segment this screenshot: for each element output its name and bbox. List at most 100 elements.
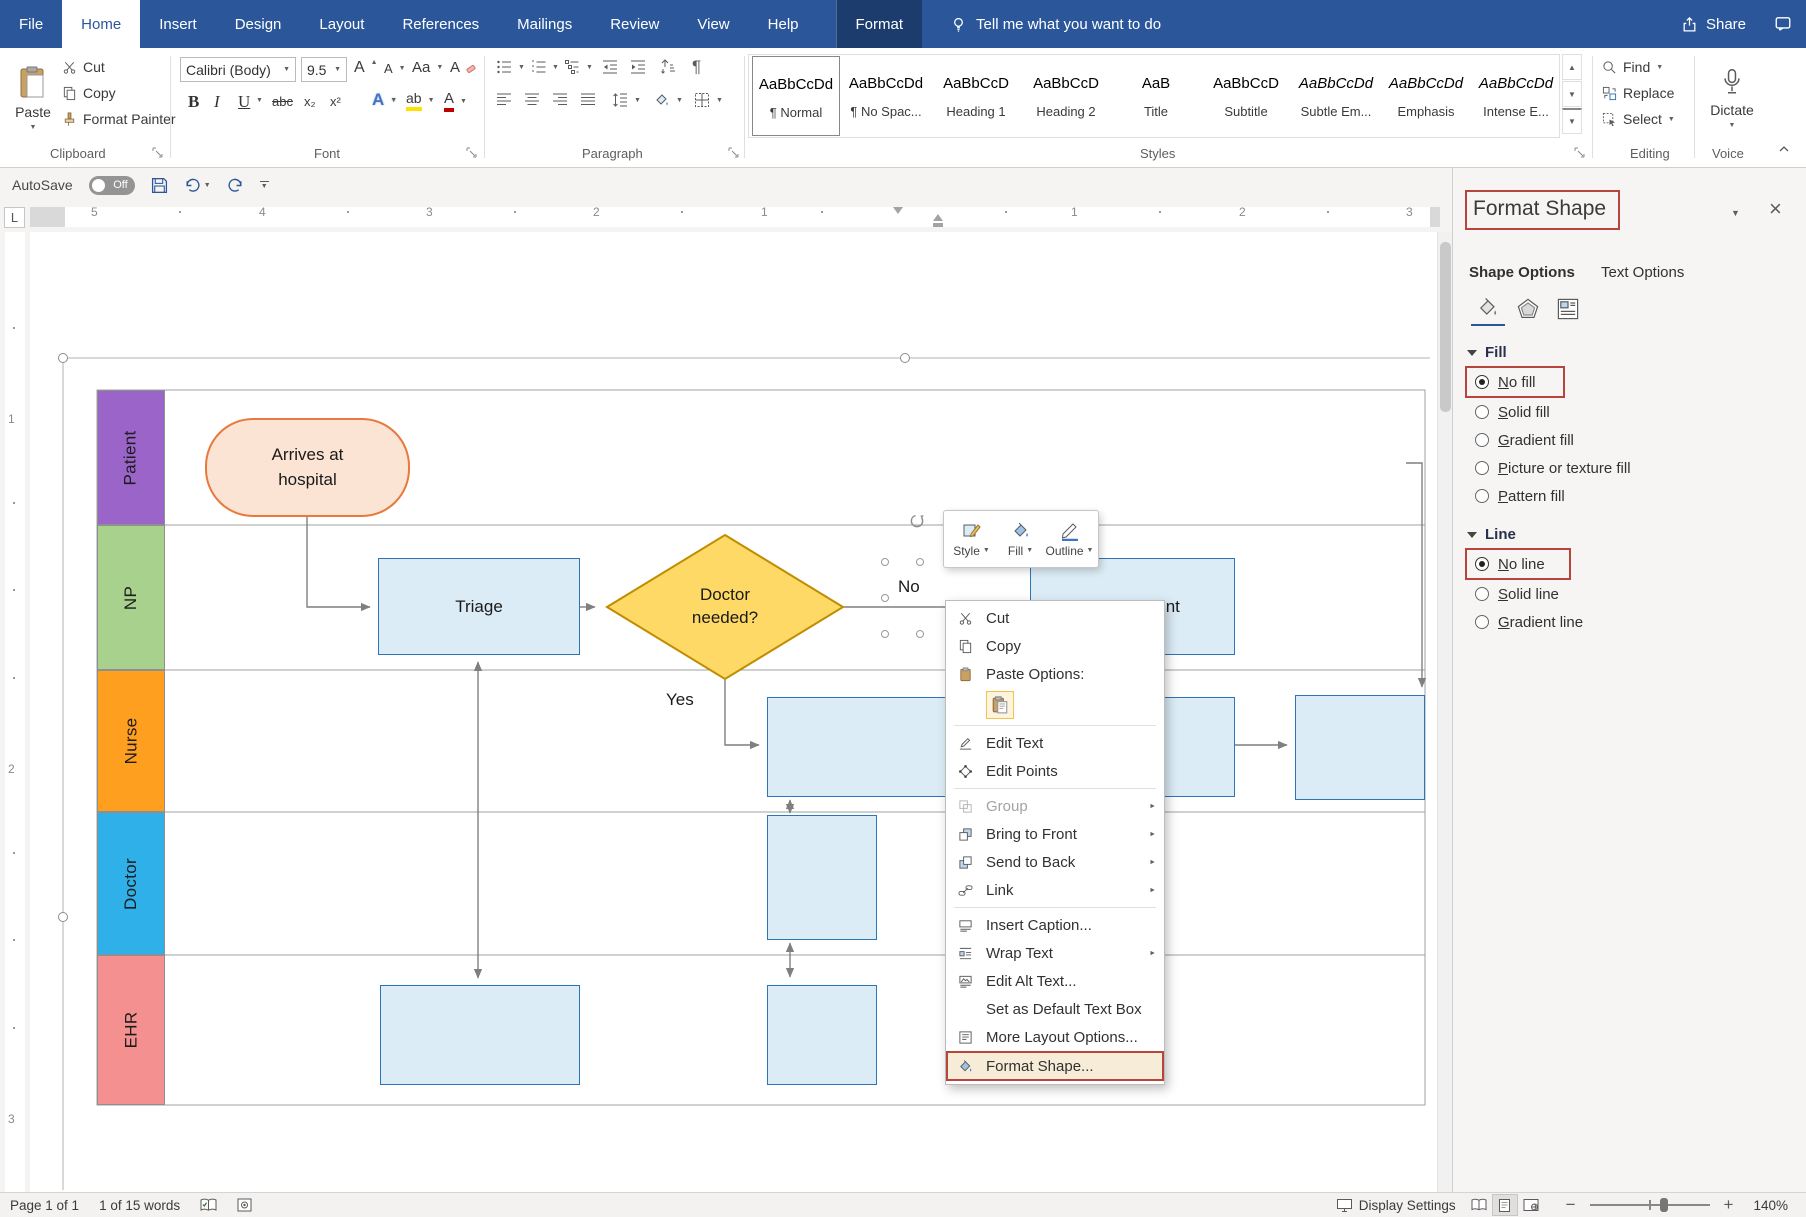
tab-references[interactable]: References bbox=[383, 0, 498, 48]
replace-button[interactable]: Replace bbox=[1602, 85, 1674, 101]
selection-handle[interactable] bbox=[58, 353, 68, 363]
copy-button[interactable]: Copy bbox=[62, 85, 116, 101]
shape-triage[interactable]: Triage bbox=[378, 558, 580, 655]
shape-handle[interactable] bbox=[916, 630, 924, 638]
font-family-select[interactable]: Calibri (Body)▼ bbox=[180, 57, 296, 82]
grow-font-button[interactable]: A▲ bbox=[354, 59, 378, 77]
tab-file[interactable]: File bbox=[0, 0, 62, 48]
display-settings-button[interactable]: Display Settings bbox=[1326, 1193, 1466, 1217]
mini-outline-button[interactable]: Outline▼ bbox=[1045, 514, 1094, 564]
panel-options-dropdown[interactable]: ▼ bbox=[1731, 208, 1740, 218]
selection-handle[interactable] bbox=[900, 353, 910, 363]
tab-insert[interactable]: Insert bbox=[140, 0, 216, 48]
paragraph-dialog-launcher[interactable] bbox=[728, 147, 739, 158]
close-icon[interactable]: × bbox=[1769, 196, 1782, 222]
clear-formatting-button[interactable]: A bbox=[450, 59, 476, 76]
share-button[interactable]: Share bbox=[1667, 0, 1760, 48]
underline-button[interactable]: U bbox=[238, 92, 250, 112]
increase-indent-button[interactable] bbox=[630, 59, 646, 75]
tab-review[interactable]: Review bbox=[591, 0, 678, 48]
tab-design[interactable]: Design bbox=[216, 0, 301, 48]
text-effects-button[interactable]: A▼ bbox=[372, 90, 397, 110]
radio-picture-texture-fill[interactable]: Picture or texture fill bbox=[1475, 455, 1631, 481]
mini-style-button[interactable]: Style▼ bbox=[947, 514, 996, 564]
comments-icon[interactable] bbox=[1760, 0, 1806, 48]
tab-layout[interactable]: Layout bbox=[300, 0, 383, 48]
menu-bring-to-front[interactable]: Bring to Front ► bbox=[946, 820, 1164, 848]
document-canvas[interactable]: Patient NP Nurse Doctor EHR Arrives at h… bbox=[30, 232, 1437, 1192]
radio-gradient-line[interactable]: Gradient line bbox=[1475, 609, 1583, 635]
word-count[interactable]: 1 of 15 words bbox=[89, 1193, 190, 1217]
italic-button[interactable]: I bbox=[214, 92, 220, 112]
change-case-button[interactable]: Aa▼ bbox=[412, 59, 443, 76]
menu-edit-alt-text[interactable]: Edit Alt Text... bbox=[946, 967, 1164, 995]
style-no-spacing[interactable]: AaBbCcDd¶ No Spac... bbox=[842, 56, 930, 136]
redo-icon[interactable] bbox=[227, 177, 244, 194]
web-layout-button[interactable] bbox=[1518, 1194, 1544, 1216]
scrollbar-thumb[interactable] bbox=[1440, 242, 1451, 412]
menu-copy[interactable]: Copy bbox=[946, 632, 1164, 660]
bold-button[interactable]: B bbox=[188, 92, 199, 112]
zoom-slider[interactable] bbox=[1590, 1204, 1710, 1206]
shape-doctor-step[interactable] bbox=[767, 815, 877, 940]
style-title[interactable]: AaBTitle bbox=[1112, 56, 1200, 136]
rotate-handle[interactable] bbox=[908, 512, 926, 530]
read-mode-button[interactable] bbox=[1466, 1194, 1492, 1216]
font-dialog-launcher[interactable] bbox=[466, 147, 477, 158]
proofing-status[interactable] bbox=[190, 1193, 227, 1217]
menu-send-to-back[interactable]: Send to Back ► bbox=[946, 848, 1164, 876]
subscript-button[interactable]: x₂ bbox=[304, 94, 316, 109]
fill-section-header[interactable]: Fill bbox=[1467, 344, 1507, 361]
underline-dropdown[interactable]: ▼ bbox=[256, 97, 263, 104]
mini-fill-button[interactable]: Fill▼ bbox=[996, 514, 1045, 564]
styles-scroll-down[interactable]: ▼ bbox=[1562, 81, 1582, 107]
zoom-out-button[interactable]: − bbox=[1544, 1193, 1580, 1217]
vertical-ruler[interactable]: 1 2 3 bbox=[0, 232, 30, 1192]
menu-group[interactable]: Group ► bbox=[946, 792, 1164, 820]
clipboard-dialog-launcher[interactable] bbox=[152, 147, 163, 158]
sort-button[interactable] bbox=[660, 59, 676, 75]
style-subtle-emphasis[interactable]: AaBbCcDdSubtle Em... bbox=[1292, 56, 1380, 136]
edge-label-yes[interactable]: Yes bbox=[666, 690, 694, 710]
menu-edit-text[interactable]: Edit Text bbox=[946, 729, 1164, 757]
macro-recorder[interactable] bbox=[227, 1193, 262, 1217]
shape-handle[interactable] bbox=[881, 630, 889, 638]
layout-properties-category-icon[interactable] bbox=[1551, 292, 1585, 326]
styles-scroll-up[interactable]: ▲ bbox=[1562, 54, 1582, 80]
superscript-button[interactable]: x² bbox=[330, 94, 341, 109]
paste-keep-formatting-button[interactable] bbox=[986, 691, 1014, 719]
menu-more-layout-options[interactable]: More Layout Options... bbox=[946, 1023, 1164, 1051]
style-heading2[interactable]: AaBbCcDHeading 2 bbox=[1022, 56, 1110, 136]
edge-label-no[interactable]: No bbox=[898, 577, 920, 597]
align-left-button[interactable] bbox=[496, 92, 512, 108]
tab-view[interactable]: View bbox=[678, 0, 748, 48]
tab-help[interactable]: Help bbox=[749, 0, 818, 48]
menu-link[interactable]: Link ► bbox=[946, 876, 1164, 904]
select-button[interactable]: Select▼ bbox=[1602, 111, 1675, 127]
decrease-indent-button[interactable] bbox=[602, 59, 618, 75]
collapse-ribbon-button[interactable] bbox=[1778, 144, 1790, 154]
menu-cut[interactable]: Cut bbox=[946, 604, 1164, 632]
shape-handle[interactable] bbox=[881, 558, 889, 566]
style-normal[interactable]: AaBbCcDd¶ Normal bbox=[752, 56, 840, 136]
bullets-button[interactable]: ▼ bbox=[496, 59, 525, 75]
autosave-toggle[interactable]: Off bbox=[89, 176, 135, 195]
save-icon[interactable] bbox=[151, 177, 168, 194]
dictate-button[interactable]: Dictate ▼ bbox=[1704, 54, 1760, 142]
shape-ehr-step-1[interactable] bbox=[380, 985, 580, 1085]
justify-button[interactable] bbox=[580, 92, 596, 108]
numbering-button[interactable]: ▼ bbox=[530, 59, 559, 75]
shape-ehr-step-2[interactable] bbox=[767, 985, 877, 1085]
radio-no-line[interactable]: No line bbox=[1475, 551, 1545, 577]
styles-more-button[interactable]: ▼ bbox=[1562, 108, 1582, 134]
lane-nurse[interactable]: Nurse bbox=[97, 670, 165, 812]
borders-button[interactable]: ▼ bbox=[694, 92, 723, 108]
find-button[interactable]: Find▼ bbox=[1602, 59, 1663, 75]
radio-pattern-fill[interactable]: Pattern fill bbox=[1475, 483, 1565, 509]
show-paragraph-marks-button[interactable]: ¶ bbox=[692, 57, 701, 77]
styles-dialog-launcher[interactable] bbox=[1574, 147, 1585, 158]
lane-patient[interactable]: Patient bbox=[97, 390, 165, 525]
zoom-in-button[interactable]: + bbox=[1720, 1193, 1744, 1217]
shrink-font-button[interactable]: A▼ bbox=[384, 61, 406, 76]
page-indicator[interactable]: Page 1 of 1 bbox=[0, 1193, 89, 1217]
